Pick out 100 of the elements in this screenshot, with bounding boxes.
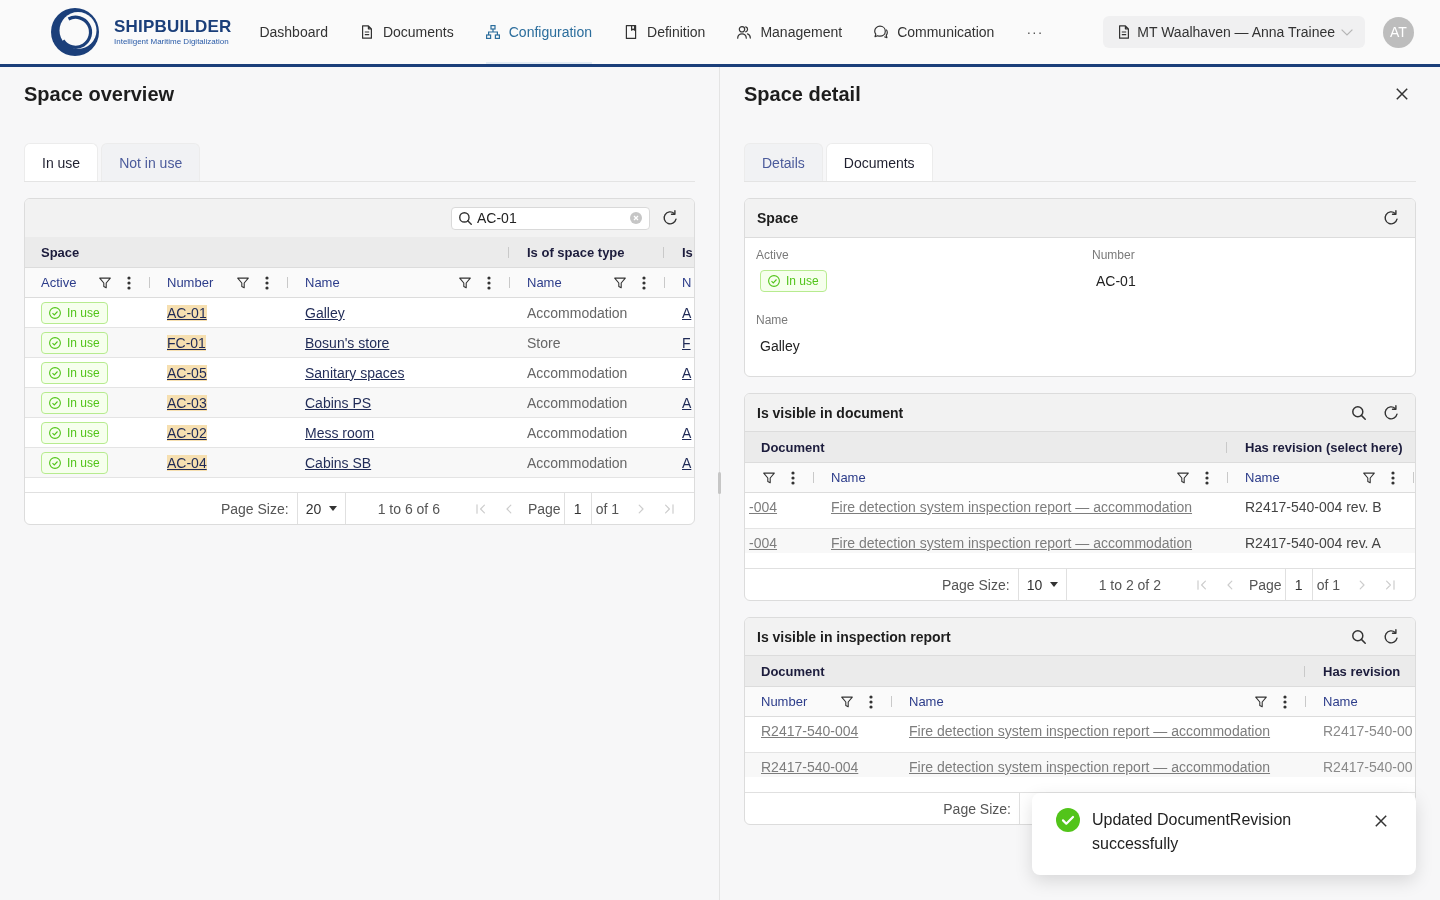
kebab-menu-icon[interactable] — [127, 275, 131, 290]
refresh-icon[interactable] — [1383, 404, 1399, 421]
space-number-link[interactable]: AC-01 — [167, 304, 207, 321]
tab[interactable]: In use — [24, 143, 99, 181]
document-name-link[interactable]: Fire detection system inspection report — accommodation — [909, 759, 1271, 776]
kebab-menu-icon[interactable] — [1205, 470, 1209, 485]
table-link[interactable]: A — [682, 424, 692, 441]
document-number-link[interactable]: -004 — [749, 499, 778, 516]
hierarchy-icon — [485, 25, 500, 39]
kebab-menu-icon[interactable] — [642, 275, 646, 290]
space-name-link[interactable]: Sanitary spaces — [305, 364, 405, 381]
nav-item[interactable]: Communication — [874, 0, 995, 64]
column-header[interactable]: Name — [909, 694, 944, 709]
page-size-select[interactable]: 10 — [1017, 569, 1067, 600]
column-header[interactable]: Name — [1245, 470, 1280, 485]
space-number-link[interactable]: AC-03 — [167, 394, 207, 411]
chat-icon — [874, 25, 889, 39]
space-name-link[interactable]: Bosun's store — [305, 334, 390, 351]
filter-icon[interactable] — [763, 471, 775, 484]
refresh-icon[interactable] — [1383, 628, 1399, 645]
space-number-link[interactable]: AC-02 — [167, 424, 207, 441]
nav-item[interactable]: Dashboard — [259, 0, 328, 64]
space-number-link[interactable]: FC-01 — [167, 334, 206, 351]
kebab-menu-icon[interactable] — [265, 275, 269, 290]
filter-icon[interactable] — [1255, 695, 1267, 708]
filter-icon[interactable] — [614, 276, 626, 289]
check-circle-icon — [1056, 808, 1080, 832]
status-badge: In use — [41, 451, 108, 474]
page-size-label: Page Size: — [941, 576, 1010, 593]
nav-item[interactable]: Configuration — [485, 0, 593, 64]
more-menu[interactable]: ··· — [1026, 0, 1044, 64]
nav-item[interactable]: Documents — [359, 0, 454, 64]
kebab-menu-icon[interactable] — [1391, 470, 1395, 485]
column-header[interactable]: Name — [831, 470, 866, 485]
resize-handle[interactable] — [718, 472, 721, 494]
table-link[interactable]: A — [682, 394, 692, 411]
kebab-menu-icon[interactable] — [869, 694, 873, 709]
search-icon[interactable] — [1352, 405, 1366, 420]
filter-icon[interactable] — [841, 695, 853, 708]
table-link[interactable]: A — [682, 304, 692, 321]
nav-item[interactable]: Definition — [624, 0, 706, 64]
page-size-select[interactable]: 20 — [296, 493, 346, 524]
check-circle-icon — [49, 306, 61, 319]
field-label: Active — [756, 247, 790, 263]
column-header[interactable]: Name — [1323, 694, 1358, 709]
kebab-menu-icon[interactable] — [791, 470, 795, 485]
page-count: of 1 — [1316, 576, 1340, 593]
card-title: Is visible in document — [757, 404, 904, 421]
filter-icon[interactable] — [237, 276, 249, 289]
document-icon — [359, 25, 374, 39]
document-name-link[interactable]: Fire detection system inspection report — accommodation — [831, 535, 1193, 552]
table-link[interactable]: A — [682, 364, 692, 381]
document-name-link[interactable]: Fire detection system inspection report — accommodation — [909, 723, 1271, 740]
space-number-link[interactable]: AC-05 — [167, 364, 207, 381]
document-name-link[interactable]: Fire detection system inspection report — accommodation — [831, 499, 1193, 516]
book-icon — [624, 25, 639, 39]
column-header[interactable]: Number — [167, 275, 214, 290]
close-icon[interactable] — [1396, 88, 1408, 100]
search-field[interactable]: AC-01 — [451, 206, 650, 230]
page-size-label: Page Size: — [943, 800, 1011, 817]
refresh-icon[interactable] — [662, 210, 678, 226]
tab[interactable]: Details — [744, 143, 823, 181]
column-header[interactable]: N — [682, 275, 692, 290]
kebab-menu-icon[interactable] — [487, 275, 491, 290]
column-header[interactable]: Name — [527, 275, 562, 290]
close-icon[interactable] — [1375, 815, 1387, 827]
document-number-link[interactable]: -004 — [749, 535, 778, 552]
context-selector[interactable]: MT Waalhaven — Anna Trainee — [1103, 16, 1365, 48]
tab[interactable]: Not in use — [101, 143, 201, 181]
kebab-menu-icon[interactable] — [1283, 694, 1287, 709]
card-title: Space — [757, 210, 799, 226]
table-link[interactable]: F — [682, 334, 691, 351]
refresh-icon[interactable] — [1383, 210, 1399, 226]
column-header[interactable]: Active — [41, 275, 77, 290]
column-group-header: Has revision — [1323, 663, 1401, 679]
column-group-header: Is of space type — [527, 244, 625, 260]
space-name-link[interactable]: Cabins PS — [305, 394, 372, 411]
search-icon — [459, 211, 472, 225]
column-group-header: Document — [761, 663, 825, 679]
space-name-link[interactable]: Galley — [305, 304, 345, 321]
table-link[interactable]: A — [682, 454, 692, 471]
column-header[interactable]: Number — [761, 694, 808, 709]
space-type-cell: Accommodation — [527, 424, 628, 441]
document-number-link[interactable]: R2417-540-004 — [761, 723, 859, 740]
document-number-link[interactable]: R2417-540-004 — [761, 759, 859, 776]
tab[interactable]: Documents — [825, 143, 933, 181]
panel-title: Space detail — [744, 82, 861, 107]
search-icon[interactable] — [1352, 629, 1366, 644]
filter-icon[interactable] — [1363, 471, 1375, 484]
space-name-link[interactable]: Cabins SB — [305, 454, 372, 471]
space-number-link[interactable]: AC-04 — [167, 454, 207, 471]
filter-icon[interactable] — [1177, 471, 1189, 484]
nav-item[interactable]: Management — [737, 0, 843, 64]
page-input[interactable]: 1 — [1284, 569, 1313, 600]
page-input[interactable]: 1 — [563, 493, 592, 524]
filter-icon[interactable] — [459, 276, 471, 289]
space-type-cell: Accommodation — [527, 394, 628, 411]
space-name-link[interactable]: Mess room — [305, 424, 375, 441]
filter-icon[interactable] — [99, 276, 111, 289]
column-header[interactable]: Name — [305, 275, 340, 290]
